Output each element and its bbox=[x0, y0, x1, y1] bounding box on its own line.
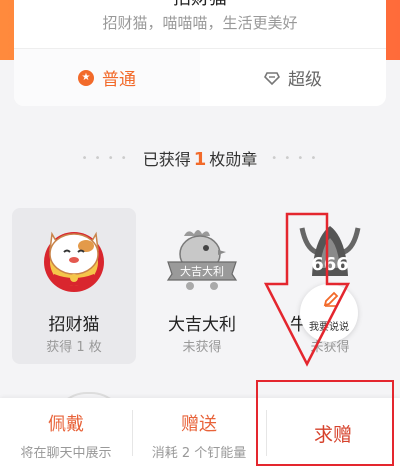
lucky-chicken-icon: 大吉大利 bbox=[166, 230, 238, 290]
tab-super-label: 超级 bbox=[288, 70, 322, 90]
badge-status: 获得 1 枚 bbox=[46, 340, 102, 355]
heading-suffix: 枚勋章 bbox=[209, 150, 258, 169]
badge-subtitle: 招财猫，喵喵喵，生活更美好 bbox=[102, 14, 298, 32]
star-circle-icon: ★ bbox=[78, 69, 94, 86]
badge-item-lucky-cat[interactable]: 招财猫 获得 1 枚 bbox=[12, 208, 136, 364]
badge-count: 1 bbox=[193, 149, 207, 170]
wear-button[interactable]: 佩戴 将在聊天中展示 bbox=[0, 398, 132, 470]
badge-name: 招财猫 bbox=[48, 315, 100, 335]
badge-name: 大吉大利 bbox=[168, 315, 236, 335]
lucky-cat-icon bbox=[44, 231, 104, 292]
wear-label: 佩戴 bbox=[48, 414, 84, 435]
emblem-text: 大吉大利 bbox=[180, 264, 224, 278]
wear-sub-label: 将在聊天中展示 bbox=[20, 446, 112, 461]
annotation-highlight-box bbox=[256, 380, 394, 466]
decorative-dots-left: • • • • bbox=[81, 152, 129, 164]
gift-label: 赠送 bbox=[181, 414, 217, 435]
tab-normal[interactable]: ★ 普通 bbox=[14, 49, 200, 106]
badge-info-card: 招财猫 招财猫，喵喵喵，生活更美好 ★ 普通 超级 bbox=[14, 0, 386, 106]
heading-text: 已获得 1 枚勋章 bbox=[143, 146, 258, 170]
badge-status: 未获得 bbox=[182, 340, 222, 355]
gift-sub-label: 消耗 2 个钉能量 bbox=[151, 446, 247, 461]
heading-prefix: 已获得 bbox=[142, 150, 191, 169]
gift-button[interactable]: 赠送 消耗 2 个钉能量 bbox=[132, 398, 266, 470]
badge-title: 招财猫 bbox=[14, 0, 386, 8]
tab-normal-label: 普通 bbox=[102, 70, 136, 90]
badge-item-daji-dali[interactable]: 大吉大利 大吉大利 未获得 bbox=[140, 208, 264, 364]
badge-count-heading: • • • • 已获得 1 枚勋章 • • • • bbox=[0, 146, 400, 170]
annotation-arrow bbox=[263, 212, 351, 367]
decorative-dots-right: • • • • bbox=[271, 152, 319, 164]
diamond-icon bbox=[264, 70, 280, 86]
tab-super[interactable]: 超级 bbox=[200, 49, 386, 106]
